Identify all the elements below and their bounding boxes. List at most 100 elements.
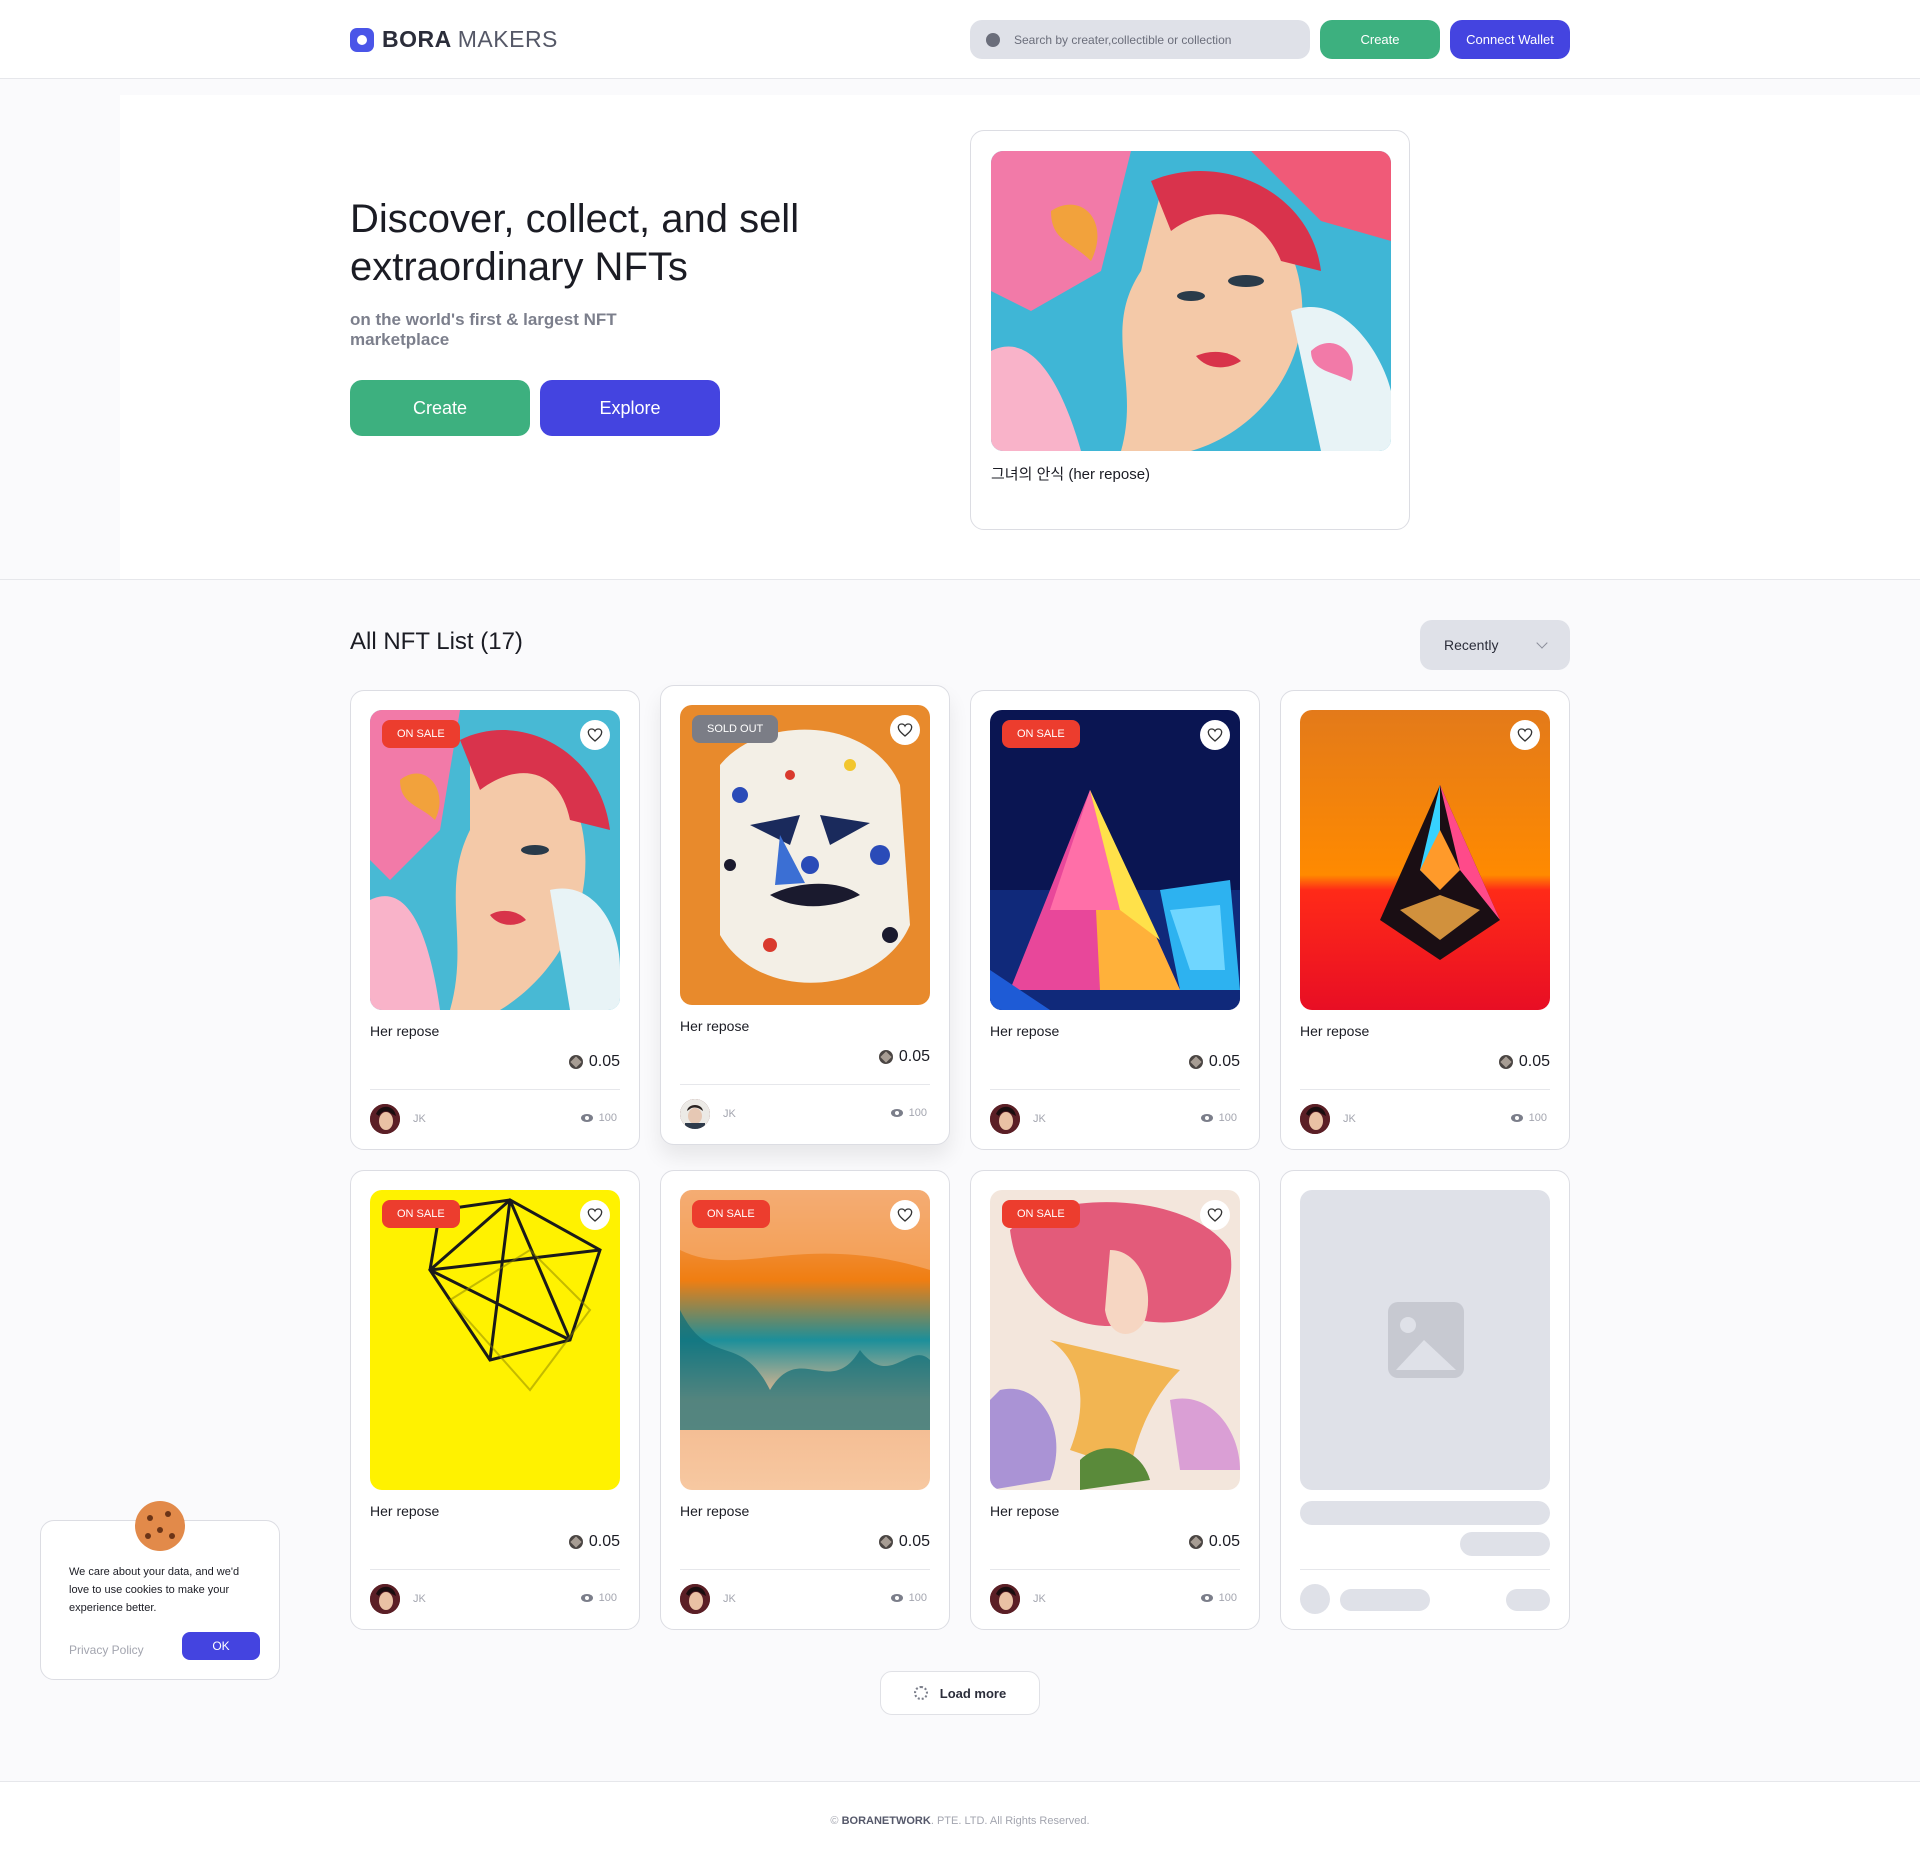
nft-list-title: All NFT List (17) [350, 628, 523, 655]
coin-icon [1498, 1055, 1513, 1069]
nft-image: SOLD OUT [680, 705, 930, 1005]
eye-icon [890, 1109, 903, 1117]
logo-text: BORA MAKERS [382, 26, 558, 52]
skeleton-price [1460, 1532, 1550, 1556]
avatar[interactable] [680, 1099, 710, 1129]
nft-title: Her repose [1300, 1023, 1370, 1039]
nft-price: 0.05 [1188, 1533, 1240, 1551]
eye-icon [580, 1594, 593, 1602]
heart-icon[interactable] [1200, 720, 1230, 750]
avatar[interactable] [680, 1584, 710, 1614]
nft-card[interactable]: ON SALE Her repose 0.05 JK 100 [970, 1170, 1260, 1630]
coin-icon [878, 1050, 893, 1064]
nft-image: ON SALE [370, 710, 620, 1010]
section-divider [0, 579, 1920, 580]
skeleton-avatar [1300, 1584, 1330, 1614]
hero-subtitle: on the world's first & largest NFT marke… [350, 310, 617, 349]
search-bar[interactable] [970, 20, 1310, 59]
hero-title: Discover, collect, and sell extraordinar… [350, 197, 800, 289]
cookie-banner: We care about your data, and we'd love t… [40, 1501, 280, 1680]
card-divider [370, 1089, 620, 1090]
owner-name: JK [413, 1113, 426, 1125]
owner-name: JK [723, 1108, 736, 1120]
card-divider [990, 1089, 1240, 1090]
owner-name: JK [1033, 1113, 1046, 1125]
search-input[interactable] [1014, 32, 1284, 47]
heart-icon[interactable] [580, 1200, 610, 1230]
nft-card[interactable]: SOLD OUT Her repose 0.05 JK 100 [660, 685, 950, 1145]
hero-explore-button[interactable]: Explore [540, 380, 720, 436]
heart-icon[interactable] [1510, 720, 1540, 750]
nft-price: 0.05 [568, 1053, 620, 1071]
owner-name: JK [723, 1593, 736, 1605]
owner-name: JK [1033, 1593, 1046, 1605]
owner-name: JK [413, 1593, 426, 1605]
view-count: 100 [1510, 1112, 1547, 1124]
heart-icon[interactable] [1200, 1200, 1230, 1230]
avatar[interactable] [370, 1584, 400, 1614]
avatar[interactable] [370, 1104, 400, 1134]
heart-icon[interactable] [890, 1200, 920, 1230]
view-count: 100 [1200, 1592, 1237, 1604]
eye-icon [580, 1114, 593, 1122]
nft-title: Her repose [990, 1023, 1060, 1039]
nft-price: 0.05 [1498, 1053, 1550, 1071]
footer: © BORANETWORK. PTE. LTD. All Rights Rese… [0, 1781, 1920, 1860]
header-create-button[interactable]: Create [1320, 20, 1440, 59]
on-sale-badge: ON SALE [692, 1200, 770, 1228]
view-count: 100 [890, 1592, 927, 1604]
avatar[interactable] [1300, 1104, 1330, 1134]
sold-out-badge: SOLD OUT [692, 715, 779, 743]
heart-icon[interactable] [890, 715, 920, 745]
nft-card[interactable]: ON SALE Her repose 0.05 JK 100 [350, 1170, 640, 1630]
nft-image: ON SALE [990, 1190, 1240, 1490]
nft-price: 0.05 [568, 1533, 620, 1551]
loading-spinner-icon [913, 1686, 928, 1700]
card-divider [680, 1084, 930, 1085]
nft-price: 0.05 [878, 1048, 930, 1066]
logo-icon [350, 27, 374, 52]
card-divider [1300, 1569, 1550, 1570]
chevron-down-icon [1536, 637, 1548, 649]
skeleton-views [1506, 1589, 1550, 1611]
nft-card[interactable]: ON SALE Her repose 0.05 JK 100 [350, 690, 640, 1150]
on-sale-badge: ON SALE [382, 1200, 460, 1228]
top-header: BORA MAKERS Create Connect Wallet [0, 0, 1920, 79]
nft-title: Her repose [370, 1023, 440, 1039]
eye-icon [1200, 1594, 1213, 1602]
sort-value: Recently [1444, 637, 1499, 653]
brand-logo[interactable]: BORA MAKERS [350, 26, 558, 53]
card-divider [370, 1569, 620, 1570]
featured-nft-title: 그녀의 안식 (her repose) [991, 466, 1151, 483]
load-more-button[interactable]: Load more [880, 1671, 1040, 1715]
skeleton-owner [1340, 1589, 1430, 1611]
view-count: 100 [580, 1112, 617, 1124]
eye-icon [1200, 1114, 1213, 1122]
nft-card[interactable]: ON SALE Her repose 0.05 JK 100 [970, 690, 1260, 1150]
eye-icon [1510, 1114, 1523, 1122]
hero-create-button[interactable]: Create [350, 380, 530, 436]
nft-image: ON SALE [370, 1190, 620, 1490]
search-icon [986, 32, 1000, 47]
cookie-ok-button[interactable]: OK [182, 1632, 260, 1660]
cookie-icon [135, 1501, 185, 1551]
coin-icon [568, 1535, 583, 1549]
featured-nft-image [991, 151, 1391, 451]
nft-title: Her repose [990, 1503, 1060, 1519]
avatar[interactable] [990, 1584, 1020, 1614]
featured-nft-card[interactable]: 그녀의 안식 (her repose) [970, 130, 1410, 530]
sort-dropdown[interactable]: Recently [1420, 620, 1570, 670]
coin-icon [1188, 1055, 1203, 1069]
nft-image: ON SALE [680, 1190, 930, 1490]
privacy-policy-link[interactable]: Privacy Policy [69, 1643, 144, 1657]
card-divider [1300, 1089, 1550, 1090]
heart-icon[interactable] [580, 720, 610, 750]
nft-card[interactable]: ON SALE Her repose 0.05 JK 100 [660, 1170, 950, 1630]
avatar[interactable] [990, 1104, 1020, 1134]
image-placeholder [1300, 1190, 1550, 1490]
connect-wallet-button[interactable]: Connect Wallet [1450, 20, 1570, 59]
copyright-text: © BORANETWORK. PTE. LTD. All Rights Rese… [830, 1815, 1090, 1827]
nft-image: ON SALE [990, 710, 1240, 1010]
nft-title: Her repose [680, 1018, 750, 1034]
nft-card[interactable]: Her repose 0.05 JK 100 [1280, 690, 1570, 1150]
